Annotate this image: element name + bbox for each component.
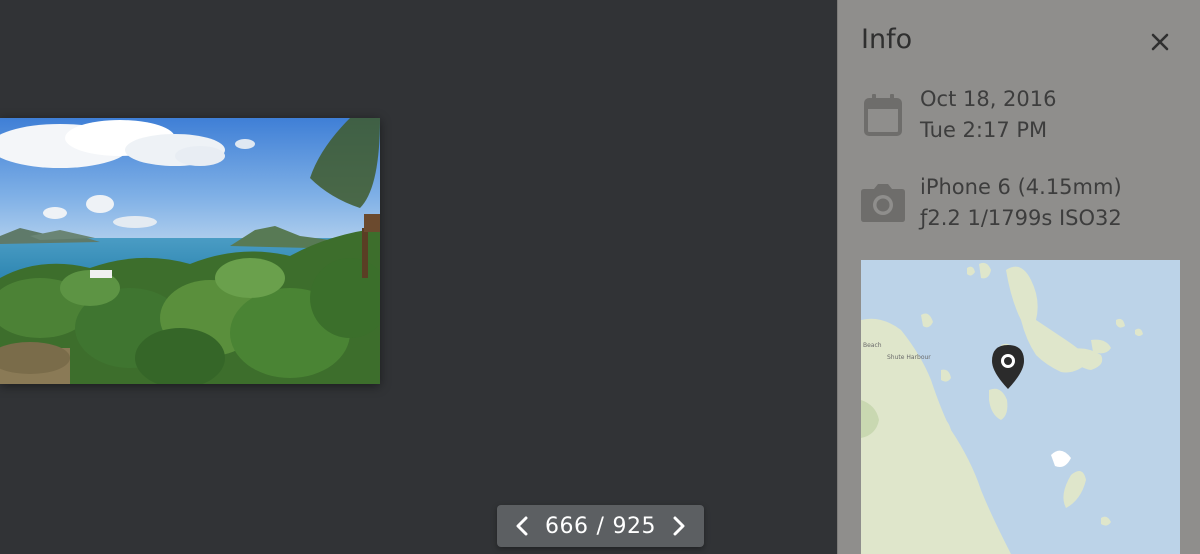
chevron-right-icon bbox=[673, 516, 685, 536]
counter-separator: / bbox=[596, 513, 605, 539]
info-panel: Info Oct 18, 2016 Tue 2:17 PM iPhone 6 (… bbox=[837, 0, 1200, 554]
camera-model: iPhone 6 (4.15mm) bbox=[920, 175, 1122, 199]
previous-photo-button[interactable] bbox=[511, 515, 533, 537]
exposure-settings: ƒ2.2 1/1799s ISO32 bbox=[920, 206, 1122, 230]
photo-image[interactable] bbox=[0, 118, 380, 384]
map-label-beach: Beach bbox=[863, 342, 882, 349]
calendar-icon bbox=[860, 92, 906, 138]
date-row: Oct 18, 2016 Tue 2:17 PM bbox=[860, 84, 1057, 146]
chevron-left-icon bbox=[516, 516, 528, 536]
photo-pager: 666 / 925 bbox=[497, 505, 704, 547]
total-photo-count: 925 bbox=[612, 513, 656, 539]
map-pin-icon bbox=[992, 345, 1024, 389]
map-label-shute-harbour: Shute Harbour bbox=[887, 354, 931, 361]
close-icon bbox=[1151, 33, 1169, 51]
next-photo-button[interactable] bbox=[668, 515, 690, 537]
camera-icon bbox=[860, 180, 906, 226]
photo-date: Oct 18, 2016 bbox=[920, 87, 1057, 111]
info-panel-title: Info bbox=[861, 24, 913, 55]
location-map[interactable]: Beach Shute Harbour bbox=[861, 260, 1180, 554]
photo-counter: 666 / 925 bbox=[545, 514, 656, 539]
camera-row: iPhone 6 (4.15mm) ƒ2.2 1/1799s ISO32 bbox=[860, 172, 1122, 234]
photo-time: Tue 2:17 PM bbox=[920, 118, 1048, 142]
current-photo-number: 666 bbox=[545, 513, 589, 539]
photo-viewer: 666 / 925 bbox=[0, 0, 837, 554]
close-info-button[interactable] bbox=[1148, 30, 1172, 54]
